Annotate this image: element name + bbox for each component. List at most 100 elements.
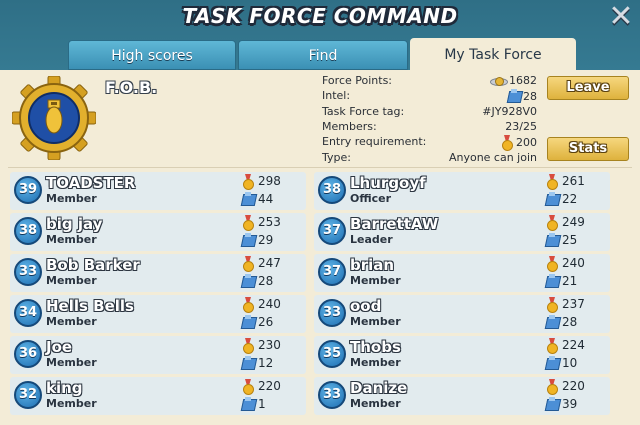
member-role: Member [46, 356, 97, 369]
entry-row: Entry requirement: 200 [322, 135, 537, 151]
intel-label: Intel: [322, 89, 351, 102]
medals-value: 237 [562, 297, 585, 311]
intel-value: 28 [258, 274, 274, 288]
medal-icon [546, 379, 558, 395]
medals-stat: 249 [546, 214, 608, 231]
tag-label: Task Force tag: [322, 105, 405, 118]
member-row[interactable]: 36 Joe Member 230 12 [10, 336, 306, 374]
medals-stat: 240 [546, 255, 608, 272]
member-row[interactable]: 33 Bob Barker Member 247 28 [10, 254, 306, 292]
force-points-label: Force Points: [322, 74, 393, 87]
medal-icon [546, 174, 558, 190]
medals-stat: 220 [242, 378, 304, 395]
force-points-value: 1682 [509, 74, 537, 87]
intel-value: 21 [562, 274, 578, 288]
medal-icon [242, 174, 254, 190]
window-title: TASK FORCE COMMAND [182, 4, 458, 28]
medals-value: 220 [258, 379, 281, 393]
member-role: Member [350, 397, 401, 410]
member-role: Officer [350, 192, 392, 205]
intel-icon [242, 233, 254, 247]
leave-button[interactable]: Leave [547, 76, 629, 100]
type-row: Type: Anyone can join [322, 151, 537, 166]
bomb-badge-icon [12, 76, 96, 160]
level-badge: 36 [14, 340, 42, 368]
medals-stat: 237 [546, 296, 608, 313]
medals-value: 298 [258, 174, 281, 188]
member-row[interactable]: 35 Thobs Member 224 10 [314, 336, 610, 374]
medals-stat: 224 [546, 337, 608, 354]
member-row[interactable]: 38 big jay Member 253 29 [10, 213, 306, 251]
level-badge: 39 [14, 176, 42, 204]
close-icon[interactable]: ✕ [608, 2, 634, 32]
level-badge: 38 [14, 217, 42, 245]
level-badge: 37 [318, 258, 346, 286]
intel-icon [242, 274, 254, 288]
member-name: Hells Bells [46, 297, 134, 315]
medals-value: 240 [258, 297, 281, 311]
member-row[interactable]: 34 Hells Bells Member 240 26 [10, 295, 306, 333]
tag-value: #JY928V0 [482, 105, 537, 118]
entry-value: 200 [516, 135, 537, 149]
intel-stat: 12 [242, 355, 304, 371]
medal-icon [546, 215, 558, 231]
member-name: brian [350, 256, 395, 274]
intel-value: 10 [562, 356, 578, 370]
task-force-name: F.O.B. [105, 78, 158, 97]
intel-stat: 28 [242, 273, 304, 289]
member-role: Member [46, 315, 97, 328]
intel-value: 1 [258, 397, 266, 411]
member-role: Member [350, 274, 401, 287]
member-name: ood [350, 297, 382, 315]
member-role: Member [46, 233, 97, 246]
member-row[interactable]: 32 king Member 220 1 [10, 377, 306, 415]
stats-button[interactable]: Stats [547, 137, 629, 161]
medals-stat: 240 [242, 296, 304, 313]
member-row[interactable]: 39 TOADSTER Member 298 44 [10, 172, 306, 210]
level-badge: 32 [14, 381, 42, 409]
member-row[interactable]: 33 Danize Member 220 39 [314, 377, 610, 415]
intel-stat: 10 [546, 355, 608, 371]
member-name: Danize [350, 379, 408, 397]
intel-stat: 39 [546, 396, 608, 412]
member-role: Member [350, 315, 401, 328]
member-row[interactable]: 37 brian Member 240 21 [314, 254, 610, 292]
member-role: Member [46, 192, 97, 205]
medals-value: 247 [258, 256, 281, 270]
intel-value: 28 [523, 89, 537, 103]
level-badge: 35 [318, 340, 346, 368]
member-row[interactable]: 38 Lhurgoyf Officer 261 22 [314, 172, 610, 210]
intel-stat: 22 [546, 191, 608, 207]
member-name: big jay [46, 215, 103, 233]
member-name: king [46, 379, 83, 397]
type-value: Anyone can join [448, 151, 537, 164]
intel-stat: 1 [242, 396, 304, 412]
member-row[interactable]: 33 ood Member 237 28 [314, 295, 610, 333]
medals-stat: 220 [546, 378, 608, 395]
member-name: Joe [46, 338, 73, 356]
intel-icon [242, 356, 254, 370]
force-points-icon [490, 75, 508, 87]
tab-high-scores[interactable]: High scores [68, 40, 236, 70]
intel-value: 26 [258, 315, 274, 329]
medals-value: 249 [562, 215, 585, 229]
medal-icon [242, 256, 254, 272]
members-label: Members: [322, 120, 377, 133]
medals-stat: 230 [242, 337, 304, 354]
member-name: TOADSTER [46, 174, 136, 192]
intel-stat: 29 [242, 232, 304, 248]
member-name: BarrettAW [350, 215, 439, 233]
intel-icon [546, 274, 558, 288]
medals-value: 224 [562, 338, 585, 352]
member-row[interactable]: 37 BarrettAW Leader 249 25 [314, 213, 610, 251]
intel-icon [546, 192, 558, 206]
member-name: Thobs [350, 338, 401, 356]
medal-icon [242, 379, 254, 395]
level-badge: 33 [318, 299, 346, 327]
tab-find[interactable]: Find [238, 40, 408, 70]
intel-icon [242, 315, 254, 329]
level-badge: 33 [14, 258, 42, 286]
medal-icon [242, 215, 254, 231]
member-role: Member [46, 397, 97, 410]
tab-my-task-force[interactable]: My Task Force [410, 38, 576, 72]
